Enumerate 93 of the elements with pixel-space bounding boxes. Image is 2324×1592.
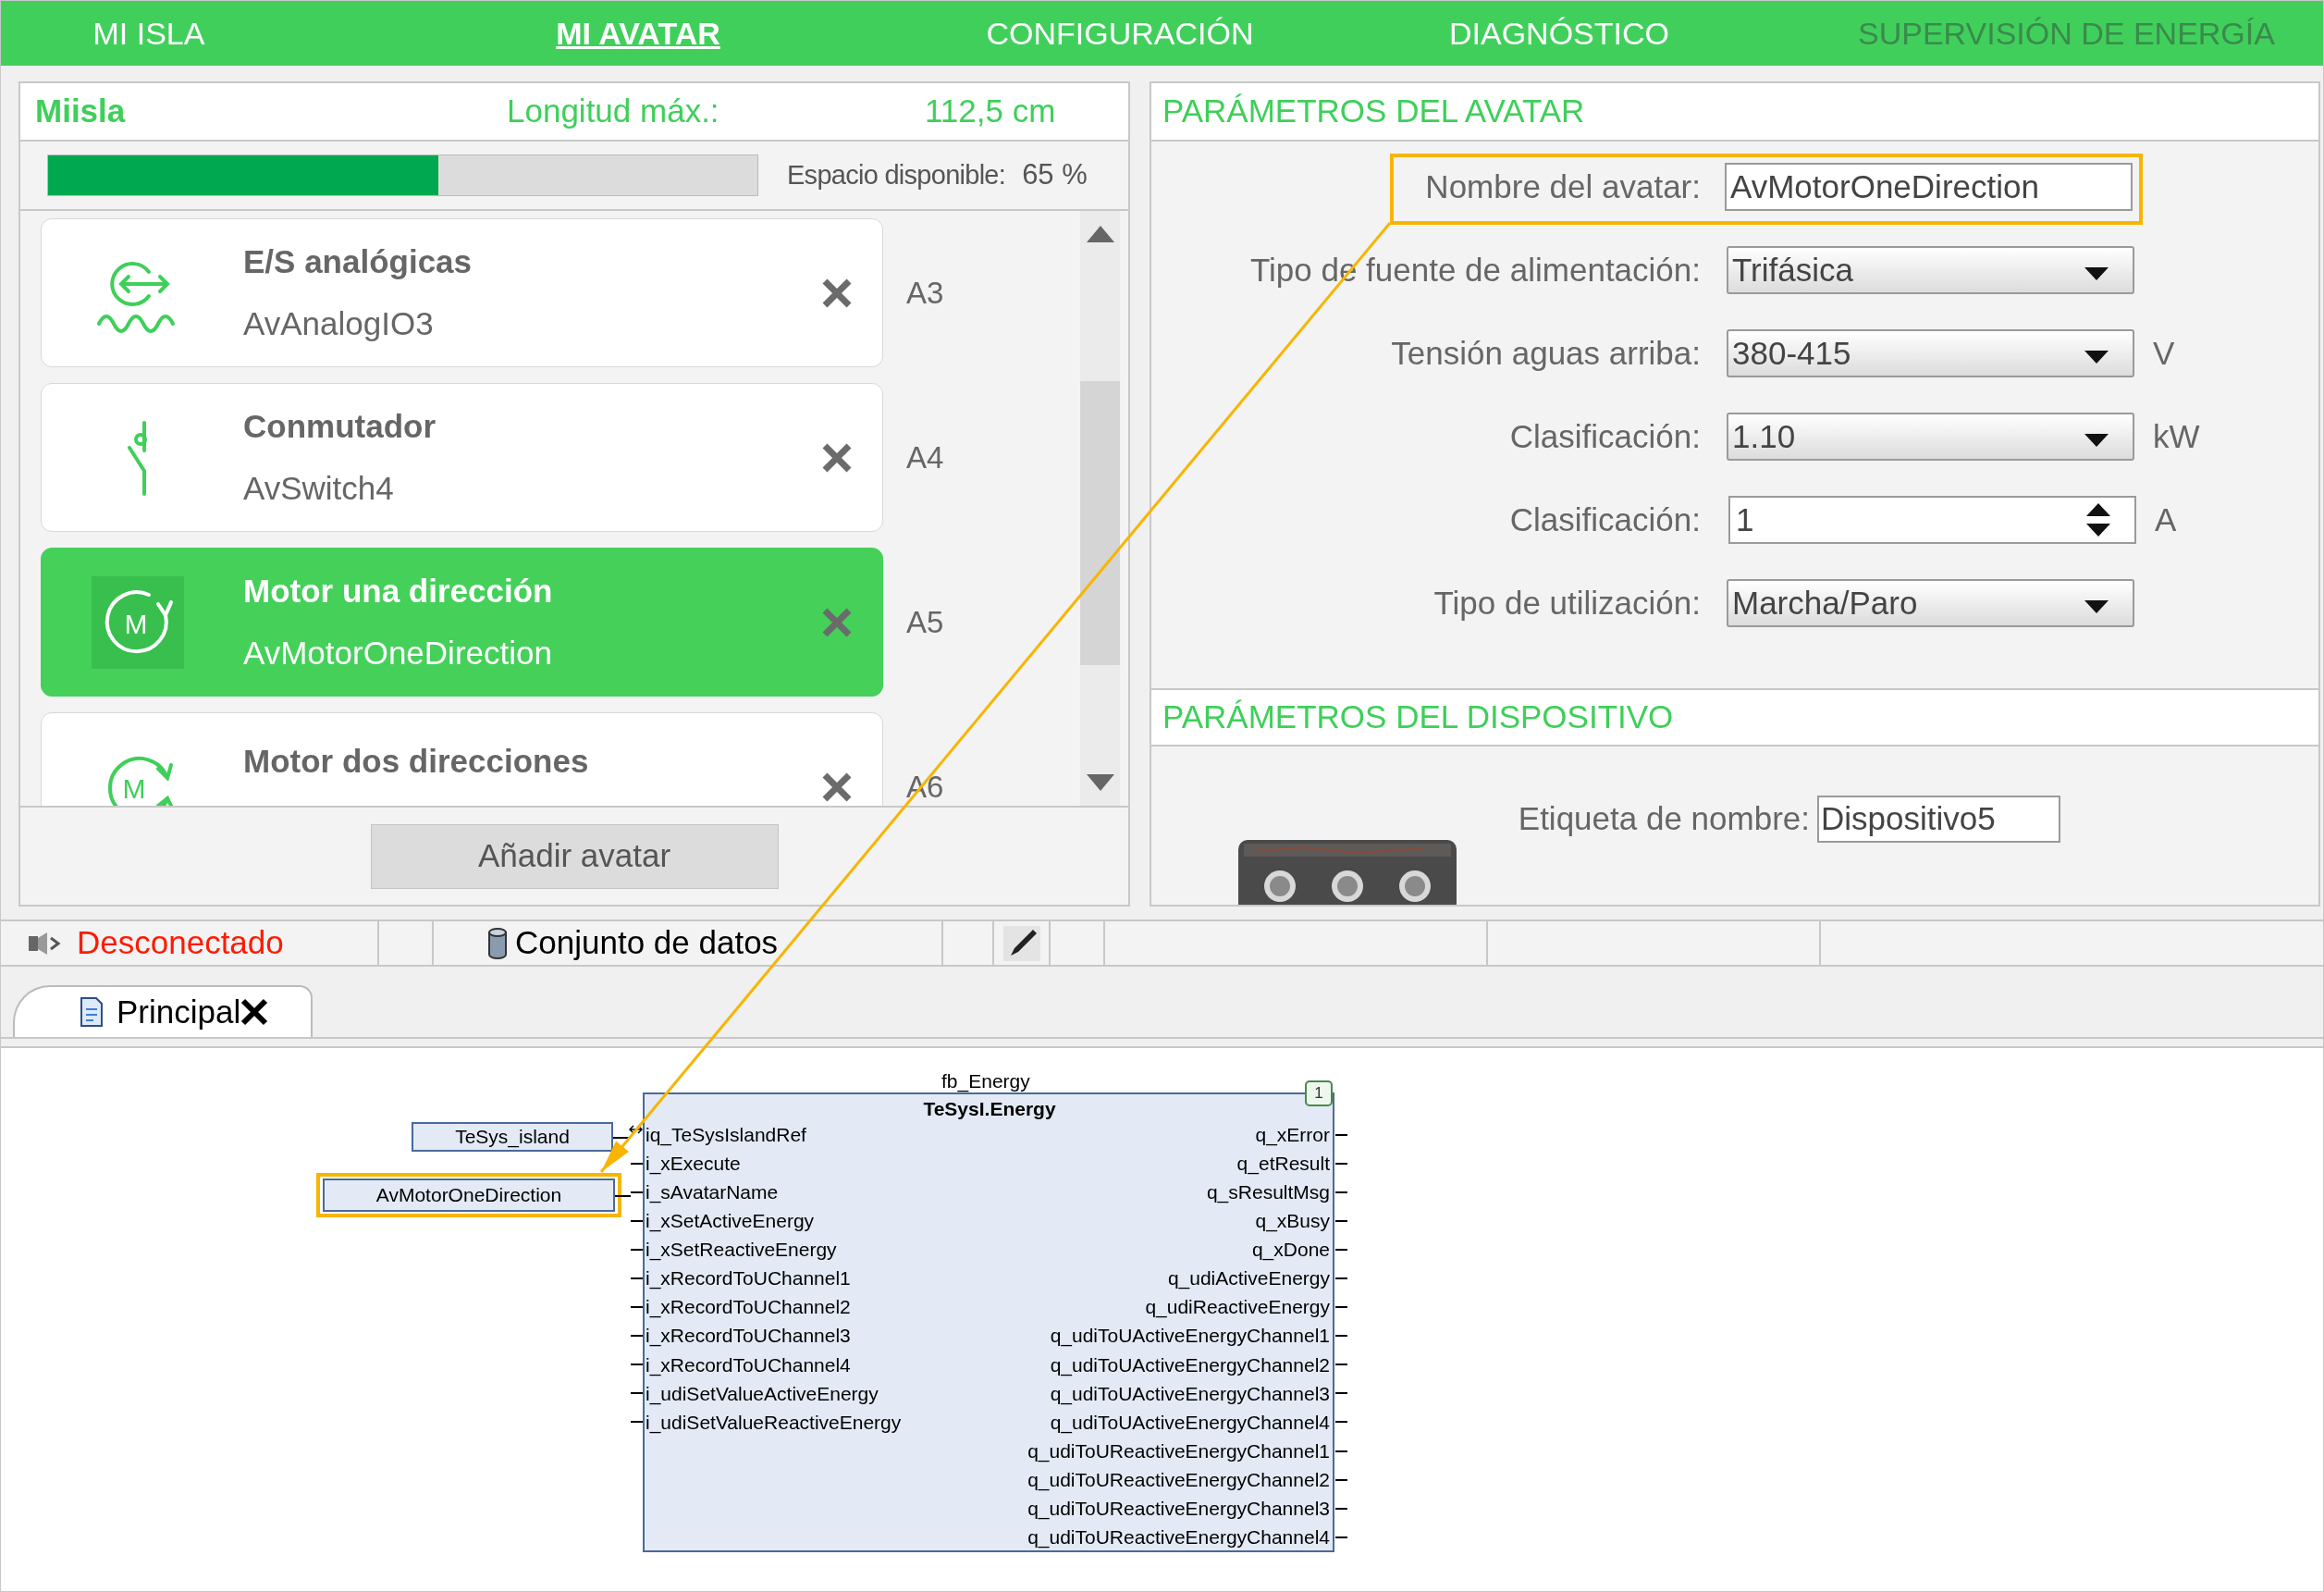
pen-icon[interactable]: [1002, 925, 1040, 961]
avatar-name-field[interactable]: AvMotorOneDirection: [1725, 163, 2133, 211]
pin-label: q_xError: [1255, 1122, 1331, 1148]
pin-label: q_udiToUReactiveEnergyChannel4: [1027, 1525, 1331, 1550]
pin-label: i_xExecute: [645, 1151, 741, 1177]
dropdown-value: Marcha/Paro: [1732, 583, 1919, 623]
pin-label: q_etResult: [1236, 1151, 1331, 1177]
pin-label: i_xSetReactiveEnergy: [645, 1238, 837, 1263]
variable-box[interactable]: TeSys_island: [412, 1122, 613, 1152]
avatar-title: Conmutador: [243, 407, 437, 446]
field-label: Tensión aguas arriba:: [1390, 333, 1701, 373]
pin-label: i_xRecordToUChannel2: [645, 1295, 851, 1320]
pin-label: i_sAvatarName: [645, 1180, 779, 1205]
unit-label: V: [2153, 333, 2175, 373]
section-title: PARÁMETROS DEL DISPOSITIVO: [1162, 697, 1674, 737]
avatar-name: AvAnalogIO3: [243, 303, 435, 343]
field-label: Clasificación:: [1508, 416, 1701, 456]
connection-status: Desconectado: [77, 923, 284, 963]
pin-label: iq_TeSysIslandRef: [645, 1122, 806, 1148]
space-label: Espacio disponible:: [787, 158, 1006, 191]
pin-label: i_xRecordToUChannel3: [645, 1324, 851, 1349]
caret-icon: [2084, 600, 2109, 613]
field-label: Clasificación:: [1508, 500, 1701, 539]
caret-icon: [2084, 267, 2109, 280]
caret-icon: [2084, 434, 2109, 447]
avatar-title: Motor dos direcciones: [243, 742, 590, 782]
pin-label: q_udiToUActiveEnergyChannel1: [1050, 1324, 1331, 1349]
avatar-card[interactable]: Conmutador AvSwitch4: [41, 383, 883, 532]
dropdown[interactable]: 1.10: [1727, 413, 2134, 461]
scroll-thumb[interactable]: [1080, 381, 1120, 665]
field-label: Etiqueta de nombre:: [1517, 799, 1810, 838]
avatar-name: AvSwitch4: [243, 468, 395, 508]
document-icon: [80, 996, 104, 1028]
pin-label: q_udiToUActiveEnergyChannel4: [1050, 1410, 1331, 1436]
pin-label: q_udiToUReactiveEnergyChannel1: [1027, 1438, 1331, 1464]
cylinder-icon: [487, 927, 508, 959]
dropdown-value: 1.10: [1732, 416, 1797, 456]
add-avatar-button[interactable]: Añadir avatar: [370, 823, 779, 889]
close-icon[interactable]: [240, 998, 269, 1026]
field-label: Nombre del avatar:: [1424, 167, 1701, 206]
avatar-card[interactable]: E/S analógicas AvAnalogIO3: [41, 218, 883, 367]
dataset-label: Conjunto de datos: [515, 923, 779, 963]
pin-label: i_udiSetValueActiveEnergy: [645, 1381, 879, 1407]
device-name-field[interactable]: Dispositivo5: [1817, 795, 2060, 843]
max-length-value: 112,5 cm: [925, 92, 1056, 131]
scrollbar[interactable]: [1080, 211, 1120, 806]
pin-label: q_udiToUActiveEnergyChannel2: [1050, 1352, 1331, 1378]
max-length-label: Longitud máx.:: [507, 92, 720, 131]
pin-label: q_udiToUActiveEnergyChannel3: [1050, 1381, 1331, 1407]
avatar-name: AvMotorOneDirection: [243, 633, 553, 673]
spin-arrows-icon[interactable]: [2086, 501, 2110, 538]
caret-icon: [2084, 351, 2109, 364]
dropdown-value: Trifásica: [1732, 250, 1854, 290]
spinner-value: 1: [1736, 500, 1755, 539]
avatar-title: Motor una dirección: [243, 572, 554, 611]
unit-label: kW: [2153, 416, 2200, 456]
variable-box[interactable]: AvMotorOneDirection: [323, 1179, 615, 1212]
avatar-card[interactable]: M Motor dos direcciones: [41, 712, 883, 806]
scroll-up-icon[interactable]: [1086, 226, 1114, 242]
slot-label: A4: [906, 438, 944, 476]
pin-label: q_udiActiveEnergy: [1167, 1266, 1331, 1291]
pin-label: q_sResultMsg: [1206, 1180, 1331, 1205]
dropdown[interactable]: Marcha/Paro: [1727, 579, 2134, 627]
slot-label: A5: [906, 603, 944, 641]
unit-label: A: [2155, 500, 2177, 539]
scroll-down-icon[interactable]: [1086, 774, 1114, 791]
dropdown[interactable]: 380-415: [1727, 329, 2134, 377]
pin-label: q_xBusy: [1255, 1209, 1331, 1234]
tab-label: Principal: [117, 992, 241, 1031]
instance-name: fb_Energy: [941, 1069, 1030, 1094]
field-label: Tipo de utilización:: [1433, 583, 1701, 623]
pin-label: i_xSetActiveEnergy: [645, 1209, 815, 1234]
pin-label: q_udiToUReactiveEnergyChannel3: [1027, 1497, 1331, 1522]
block-type: TeSysI.Energy: [922, 1097, 1057, 1121]
avatar-title: E/S analógicas: [243, 242, 473, 281]
editor-tab[interactable]: Principal: [13, 985, 313, 1037]
island-name: Miisla: [35, 92, 127, 131]
pin-label: q_udiToUReactiveEnergyChannel2: [1027, 1467, 1331, 1493]
double-arrow-icon: [629, 1124, 643, 1135]
slot-label: A3: [906, 274, 944, 312]
spinner-field[interactable]: 1: [1728, 496, 2136, 544]
section-title: PARÁMETROS DEL AVATAR: [1162, 92, 1585, 131]
pin-label: i_xRecordToUChannel4: [645, 1352, 851, 1378]
motor-icon: M: [92, 575, 184, 669]
pin-label: q_udiReactiveEnergy: [1145, 1295, 1331, 1320]
pin-label: i_udiSetValueReactiveEnergy: [645, 1410, 902, 1436]
pin-label: q_xDone: [1251, 1238, 1331, 1263]
dropdown-value: 380-415: [1732, 333, 1852, 373]
space-value: 65 %: [1022, 157, 1088, 193]
execution-order-badge: 1: [1305, 1080, 1333, 1106]
switch-icon: [127, 419, 149, 496]
dropdown[interactable]: Trifásica: [1727, 246, 2134, 294]
pin-label: i_xRecordToUChannel1: [645, 1266, 851, 1291]
